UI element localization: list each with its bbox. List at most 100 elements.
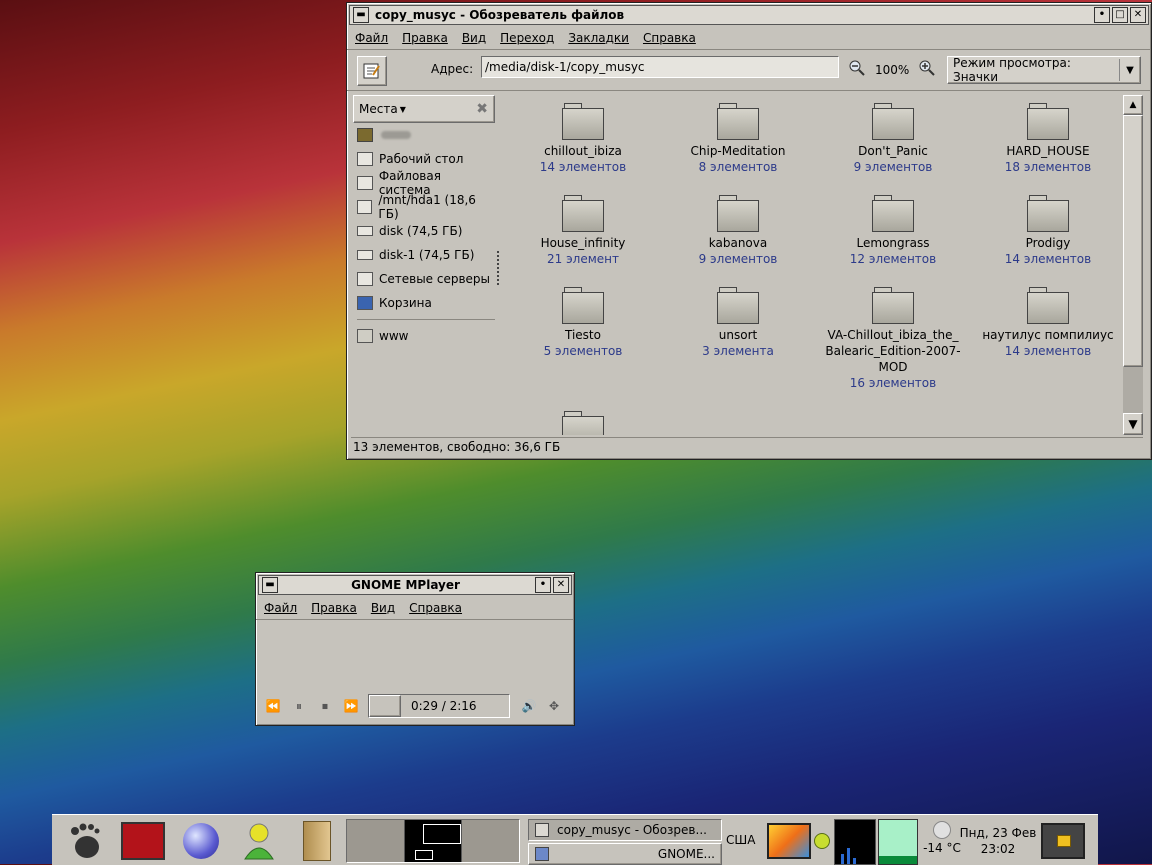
desktop-icon: [357, 152, 373, 166]
file-browser-titlebar[interactable]: ▬ copy_musyc - Обозреватель файлов • □ ✕: [349, 5, 1149, 25]
browser-launcher[interactable]: [176, 819, 226, 863]
menu-help[interactable]: Справка: [409, 601, 462, 615]
stop-icon[interactable]: ⏹: [312, 699, 338, 714]
window-menu-icon[interactable]: ▬: [262, 577, 278, 593]
trash-icon: [357, 296, 373, 310]
mplayer-titlebar[interactable]: ▬ GNOME MPlayer • ✕: [258, 575, 572, 595]
folder-item[interactable]: наутилус помпилиус 14 элементов: [978, 287, 1118, 359]
folder-item[interactable]: HARD_HOUSE 18 элементов: [978, 103, 1118, 175]
workspace-switcher[interactable]: [346, 819, 520, 863]
folder-item[interactable]: chillout_ibiza 14 элементов: [513, 103, 653, 175]
scroll-thumb[interactable]: [1123, 115, 1143, 367]
pause-icon[interactable]: ⏸: [286, 699, 312, 714]
places-sidebar: Места ▼ ✖ Рабочий стол Файловая система …: [353, 95, 499, 435]
folder-item[interactable]: Prodigy 14 элементов: [978, 195, 1118, 267]
folder-icon: [562, 287, 604, 324]
fast-forward-icon[interactable]: ⏩: [338, 699, 364, 713]
folder-icon: [872, 103, 914, 140]
browser-globe-icon: [183, 823, 219, 859]
view-mode-select[interactable]: Режим просмотра: Значки ▼: [947, 56, 1141, 84]
terminal-launcher[interactable]: [118, 819, 168, 863]
folder-item[interactable]: kabanova 9 элементов: [668, 195, 808, 267]
mplayer-title: GNOME MPlayer: [351, 578, 460, 592]
files-launcher[interactable]: [292, 819, 342, 863]
places-label: Места: [359, 102, 398, 116]
location-toolbar: Адрес: 100% Режим просмотра: Значки ▼: [347, 50, 1151, 91]
folder-item[interactable]: House_infinity 21 элемент: [513, 195, 653, 267]
sidebar-item-hda1[interactable]: /mnt/hda1 (18,6 ГБ): [353, 193, 495, 221]
sidebar-item-disk-1[interactable]: disk-1 (74,5 ГБ): [353, 243, 495, 267]
task-button-mplayer[interactable]: GNOME...: [528, 843, 722, 865]
scroll-down-button[interactable]: ▼: [1123, 413, 1143, 435]
menu-help[interactable]: Справка: [643, 31, 696, 45]
sidebar-item-filesystem[interactable]: Файловая система: [353, 169, 495, 197]
task-button-file-browser[interactable]: copy_musyc - Обозрев...: [528, 819, 722, 841]
file-browser-window: ▬ copy_musyc - Обозреватель файлов • □ ✕…: [346, 2, 1152, 460]
close-icon[interactable]: ✕: [553, 577, 569, 593]
address-input[interactable]: [481, 56, 839, 78]
address-label: Адрес:: [431, 62, 474, 76]
window-menu-icon[interactable]: ▬: [353, 7, 369, 23]
cpu-monitor[interactable]: [834, 819, 876, 865]
folder-icon: [562, 195, 604, 232]
vertical-scrollbar[interactable]: ▲ ▼: [1123, 95, 1143, 435]
lock-screen-button[interactable]: [1038, 819, 1088, 863]
folder-item[interactable]: Lemongrass 12 элементов: [823, 195, 963, 267]
sidebar-bookmark-www[interactable]: www: [353, 324, 495, 348]
fullscreen-icon[interactable]: ✥: [542, 699, 566, 713]
messenger-launcher[interactable]: [234, 819, 284, 863]
clock[interactable]: Пнд, 23 Фев 23:02: [958, 825, 1038, 857]
folder-icon: [717, 287, 759, 324]
places-header[interactable]: Места ▼ ✖: [353, 95, 495, 123]
folder-item[interactable]: VA-Chillout_ibiza_the_ Balearic_Edition-…: [823, 287, 963, 391]
menu-view[interactable]: Вид: [462, 31, 486, 45]
menu-view[interactable]: Вид: [371, 601, 395, 615]
menu-file[interactable]: Файл: [264, 601, 297, 615]
gnome-foot-icon: [71, 823, 100, 858]
memory-monitor[interactable]: [878, 819, 918, 865]
shade-icon[interactable]: •: [1094, 7, 1110, 23]
menu-edit[interactable]: Правка: [311, 601, 357, 615]
rewind-icon[interactable]: ⏪: [260, 699, 286, 713]
progress-slider[interactable]: 0:29 / 2:16: [368, 694, 510, 718]
view-mode-value: Режим просмотра: Значки: [953, 56, 1071, 84]
maximize-icon[interactable]: □: [1112, 7, 1128, 23]
folder-icon: [562, 103, 604, 140]
menu-bookmarks[interactable]: Закладки: [568, 31, 629, 45]
zoom-out-icon[interactable]: [849, 60, 865, 76]
zoom-in-icon[interactable]: [919, 60, 935, 76]
workspace-3[interactable]: [462, 820, 520, 862]
small-user-icon[interactable]: [814, 833, 830, 849]
folder-item[interactable]: unsort 3 элемента: [668, 287, 808, 359]
folder-icon: [357, 329, 373, 343]
edit-location-button[interactable]: [357, 56, 387, 86]
folder-item[interactable]: Don't_Panic 9 элементов: [823, 103, 963, 175]
shade-icon[interactable]: •: [535, 577, 551, 593]
disk-icon: [357, 250, 373, 260]
progress-handle[interactable]: [369, 695, 401, 717]
close-icon[interactable]: ✕: [1130, 7, 1146, 23]
sidebar-item-desktop[interactable]: Рабочий стол: [353, 147, 495, 171]
menu-file[interactable]: Файл: [355, 31, 388, 45]
clapperboard-icon: [767, 823, 811, 859]
folder-icon: [717, 103, 759, 140]
time-display: 0:29 / 2:16: [411, 699, 477, 713]
sidebar-item-network[interactable]: Сетевые серверы: [353, 267, 495, 291]
folder-item[interactable]: Tiesto 5 элементов: [513, 287, 653, 359]
folder-item-partial[interactable]: [513, 411, 653, 435]
gnome-menu-button[interactable]: [60, 819, 110, 863]
scroll-up-button[interactable]: ▲: [1123, 95, 1143, 115]
folder-icon: [717, 195, 759, 232]
sidebar-item-disk[interactable]: disk (74,5 ГБ): [353, 219, 495, 243]
menu-edit[interactable]: Правка: [402, 31, 448, 45]
sidebar-item-home[interactable]: [353, 123, 495, 147]
keyboard-layout-indicator[interactable]: США: [726, 833, 755, 847]
media-applet[interactable]: [764, 819, 814, 863]
close-sidebar-icon[interactable]: ✖: [476, 101, 488, 117]
menu-go[interactable]: Переход: [500, 31, 554, 45]
folder-item[interactable]: Chip-Meditation 8 элементов: [668, 103, 808, 175]
volume-icon[interactable]: 🔊: [516, 699, 542, 713]
sidebar-item-trash[interactable]: Корзина: [353, 291, 495, 315]
workspace-2[interactable]: [403, 820, 463, 862]
workspace-1[interactable]: [347, 820, 404, 862]
